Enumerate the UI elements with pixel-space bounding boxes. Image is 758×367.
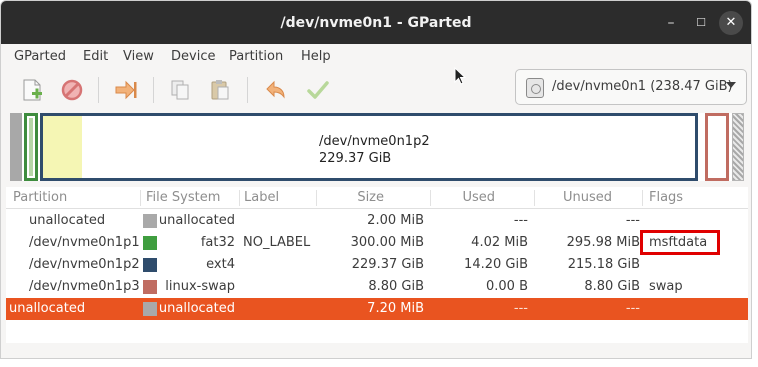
device-selector-label: /dev/nvme0n1 (238.47 GiB) (552, 79, 733, 94)
cell-file-system: unallocated (158, 213, 235, 228)
cell-partition: unallocated (9, 301, 86, 316)
cell-size: 2.00 MiB (367, 213, 424, 228)
gparted-window: /dev/nvme0n1 - GParted – ☐ ✕ GParted Edi… (0, 0, 752, 359)
table-header: Partition File System Label Size Used Un… (6, 187, 748, 209)
toolbar: /dev/nvme0n1 (238.47 GiB) (1, 69, 751, 111)
table-row[interactable]: unallocated unallocated 2.00 MiB --- --- (6, 210, 748, 232)
diskmap-partition-p2[interactable]: /dev/nvme0n1p2 229.37 GiB (40, 113, 698, 181)
column-header-size[interactable]: Size (316, 190, 384, 205)
chevron-down-icon (726, 82, 736, 88)
fs-color-swatch (143, 280, 157, 294)
menu-help[interactable]: Help (301, 49, 331, 64)
cell-used: 4.02 MiB (471, 235, 528, 250)
cell-unused: 215.18 GiB (567, 257, 640, 272)
menu-edit[interactable]: Edit (83, 49, 108, 64)
apply-icon[interactable] (305, 77, 331, 103)
cell-file-system: ext4 (206, 257, 235, 272)
cell-label: NO_LABEL (243, 235, 311, 250)
cell-used: 14.20 GiB (464, 257, 528, 272)
menu-device[interactable]: Device (171, 49, 215, 64)
cell-partition: /dev/nvme0n1p3 (29, 279, 140, 294)
cell-used: 0.00 B (486, 279, 528, 294)
cell-unused: 8.80 GiB (584, 279, 640, 294)
fs-color-swatch (143, 236, 157, 250)
diskmap-partition-size: 229.37 GiB (319, 151, 392, 166)
cell-file-system: fat32 (200, 235, 235, 250)
delete-icon[interactable] (59, 77, 85, 103)
diskmap-unallocated-end[interactable] (732, 113, 744, 181)
column-header-flags[interactable]: Flags (649, 190, 683, 205)
cell-unused: --- (625, 301, 640, 316)
menu-partition[interactable]: Partition (229, 49, 283, 64)
flags-highlight-box (640, 230, 720, 255)
mouse-pointer-icon (454, 67, 467, 85)
table-row[interactable]: /dev/nvme0n1p1 fat32 NO_LABEL 300.00 MiB… (6, 230, 748, 255)
column-header-label[interactable]: Label (244, 190, 279, 205)
column-header-partition[interactable]: Partition (13, 190, 67, 205)
maximize-button[interactable]: ☐ (689, 11, 713, 35)
title-bar: /dev/nvme0n1 - GParted – ☐ ✕ (1, 1, 751, 44)
toolbar-separator (98, 77, 99, 103)
diskmap-partition-p3[interactable] (705, 113, 729, 181)
disk-graphic: /dev/nvme0n1p2 229.37 GiB (10, 113, 744, 181)
table-row-selected[interactable]: unallocated unallocated 7.20 MiB --- --- (6, 298, 748, 320)
paste-icon[interactable] (207, 77, 233, 103)
cell-unused: 295.98 MiB (566, 235, 640, 250)
cell-size: 229.37 GiB (351, 257, 424, 272)
new-partition-icon[interactable] (19, 77, 45, 103)
close-button[interactable]: ✕ (719, 11, 743, 35)
cell-used: --- (513, 301, 528, 316)
column-separator (239, 190, 240, 206)
toolbar-separator (153, 77, 154, 103)
column-header-file-system[interactable]: File System (146, 190, 220, 205)
copy-icon[interactable] (167, 77, 193, 103)
cell-file-system: linux-swap (165, 279, 235, 294)
window-title: /dev/nvme0n1 - GParted (280, 15, 472, 31)
cell-size: 7.20 MiB (367, 301, 424, 316)
fs-color-swatch (143, 258, 157, 272)
disk-icon (526, 78, 544, 98)
partition-table: Partition File System Label Size Used Un… (6, 187, 748, 343)
cell-partition: /dev/nvme0n1p2 (29, 257, 140, 272)
column-separator (642, 190, 643, 206)
diskmap-partition-p1[interactable] (24, 113, 38, 181)
cell-partition: /dev/nvme0n1p1 (29, 235, 140, 250)
fs-color-swatch (143, 214, 157, 228)
minimize-button[interactable]: – (659, 11, 683, 35)
cell-unused: --- (625, 213, 640, 228)
toolbar-separator (247, 77, 248, 103)
column-separator (140, 190, 141, 206)
cell-size: 8.80 GiB (368, 279, 424, 294)
cell-size: 300.00 MiB (350, 235, 424, 250)
table-row[interactable]: /dev/nvme0n1p3 linux-swap 8.80 GiB 0.00 … (6, 276, 748, 298)
cell-partition: unallocated (29, 213, 106, 228)
column-header-unused[interactable]: Unused (534, 190, 612, 205)
resize-move-icon[interactable] (113, 77, 139, 103)
cell-used: --- (513, 213, 528, 228)
diskmap-partition-name: /dev/nvme0n1p2 (319, 134, 430, 149)
cell-flags: swap (649, 279, 683, 294)
menu-gparted[interactable]: GParted (14, 49, 66, 64)
device-selector[interactable]: /dev/nvme0n1 (238.47 GiB) (515, 69, 747, 105)
cell-file-system: unallocated (158, 301, 235, 316)
column-header-used[interactable]: Used (430, 190, 495, 205)
table-row[interactable]: /dev/nvme0n1p2 ext4 229.37 GiB 14.20 GiB… (6, 254, 748, 276)
menu-bar: GParted Edit View Device Partition Help (1, 44, 751, 69)
fs-color-swatch (143, 302, 157, 316)
menu-view[interactable]: View (123, 49, 154, 64)
diskmap-unallocated-start[interactable] (10, 113, 22, 181)
undo-icon[interactable] (263, 77, 289, 103)
diskmap-used-space (43, 116, 82, 178)
